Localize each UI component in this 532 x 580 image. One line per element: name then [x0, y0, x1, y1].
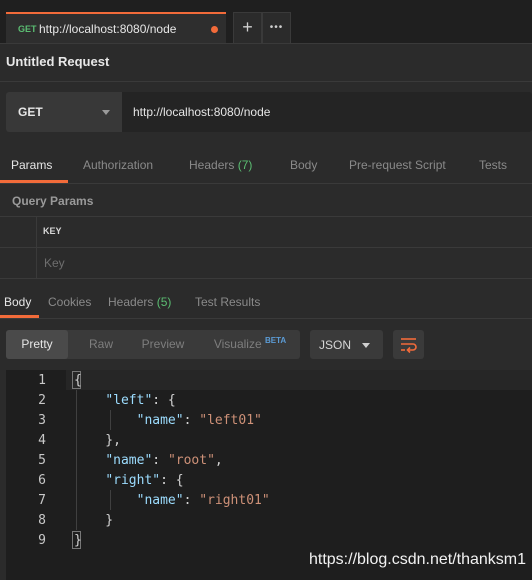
watermark: https://blog.csdn.net/thanksm1 [308, 551, 526, 568]
line-number: 3 [38, 413, 46, 428]
beta-badge: BETA [264, 336, 287, 345]
tab-label: Headers [189, 158, 235, 172]
code-line: } [74, 513, 114, 528]
line-number: 4 [38, 433, 46, 448]
tab-label: Tests [479, 158, 508, 172]
tab-label: Body [290, 158, 318, 172]
active-line-highlight [66, 370, 532, 390]
line-number: 1 [38, 373, 46, 388]
tab-label: Test Results [195, 295, 261, 309]
method-select[interactable]: GET [6, 92, 122, 132]
headers-count: (7) [237, 158, 253, 172]
request-title[interactable]: Untitled Request [6, 54, 109, 69]
query-params-label: Query Params [12, 194, 94, 208]
column-header-key: KEY [43, 226, 62, 236]
line-number: 8 [38, 513, 46, 528]
tab-method-badge: GET [18, 24, 37, 34]
tab-label: Cookies [48, 295, 92, 309]
unsaved-dot-icon [211, 26, 218, 33]
url-input[interactable]: http://localhost:8080/node [133, 105, 270, 119]
tab-params[interactable]: Params [11, 158, 52, 172]
line-number: 7 [38, 493, 46, 508]
chevron-down-icon [362, 343, 370, 348]
tab-label: Pre-request Script [349, 158, 446, 172]
method-select-label: GET [18, 105, 43, 119]
code-line: "name": "right01" [136, 493, 270, 508]
divider [0, 81, 532, 82]
chevron-down-icon [102, 110, 110, 115]
tab-url: http://localhost:8080/node [39, 22, 177, 36]
divider [0, 216, 532, 217]
line-number: 6 [38, 473, 46, 488]
divider [0, 183, 532, 184]
tab-response-body[interactable]: Body [4, 295, 31, 309]
view-preview-button[interactable]: Preview [132, 330, 194, 359]
visualize-label: Visualize [213, 337, 262, 351]
code-line: { [74, 373, 82, 388]
new-tab-button[interactable]: + [233, 12, 262, 43]
divider [0, 247, 532, 248]
tab-response-headers[interactable]: Headers (5) [108, 295, 171, 309]
format-select-label: JSON [319, 338, 352, 352]
code-line: "name": "left01" [136, 413, 262, 428]
view-mode-toggle: Pretty Raw Preview Visualize BETA [6, 330, 300, 359]
tab-headers[interactable]: Headers (7) [189, 158, 252, 172]
tab-authorization[interactable]: Authorization [83, 158, 153, 172]
wrap-lines-icon [401, 338, 417, 354]
tab-cookies[interactable]: Cookies [48, 295, 91, 309]
headers-count: (5) [156, 295, 172, 309]
code-line: "right": { [105, 473, 184, 488]
code-line: } [74, 533, 82, 548]
request-tab[interactable]: GET http://localhost:8080/node [6, 12, 226, 43]
more-tabs-button[interactable]: ••• [262, 12, 291, 43]
line-number: 9 [38, 533, 46, 548]
code-line: "left": { [105, 393, 176, 408]
line-number: 5 [38, 453, 46, 468]
tab-label: Params [11, 158, 53, 172]
tab-label: Authorization [83, 158, 154, 172]
divider [0, 278, 532, 279]
tab-test-results[interactable]: Test Results [195, 295, 260, 309]
code-line: }, [74, 433, 121, 448]
code-line: "name": "root", [105, 453, 223, 468]
divider [0, 318, 532, 319]
tab-label: Body [4, 295, 32, 309]
view-visualize-button[interactable]: Visualize BETA [202, 330, 298, 359]
key-input[interactable]: Key [44, 256, 65, 270]
tab-pre-request-script[interactable]: Pre-request Script [349, 158, 446, 172]
line-gutter: 1 2 3 4 5 6 7 8 9 [6, 370, 66, 580]
view-raw-button[interactable]: Raw [70, 330, 132, 359]
tab-label: Headers [108, 295, 154, 309]
format-select[interactable]: JSON [310, 330, 383, 359]
tab-body[interactable]: Body [290, 158, 317, 172]
tab-tests[interactable]: Tests [479, 158, 507, 172]
line-number: 2 [38, 393, 46, 408]
wrap-lines-button[interactable] [393, 330, 424, 359]
view-pretty-button[interactable]: Pretty [6, 330, 68, 359]
